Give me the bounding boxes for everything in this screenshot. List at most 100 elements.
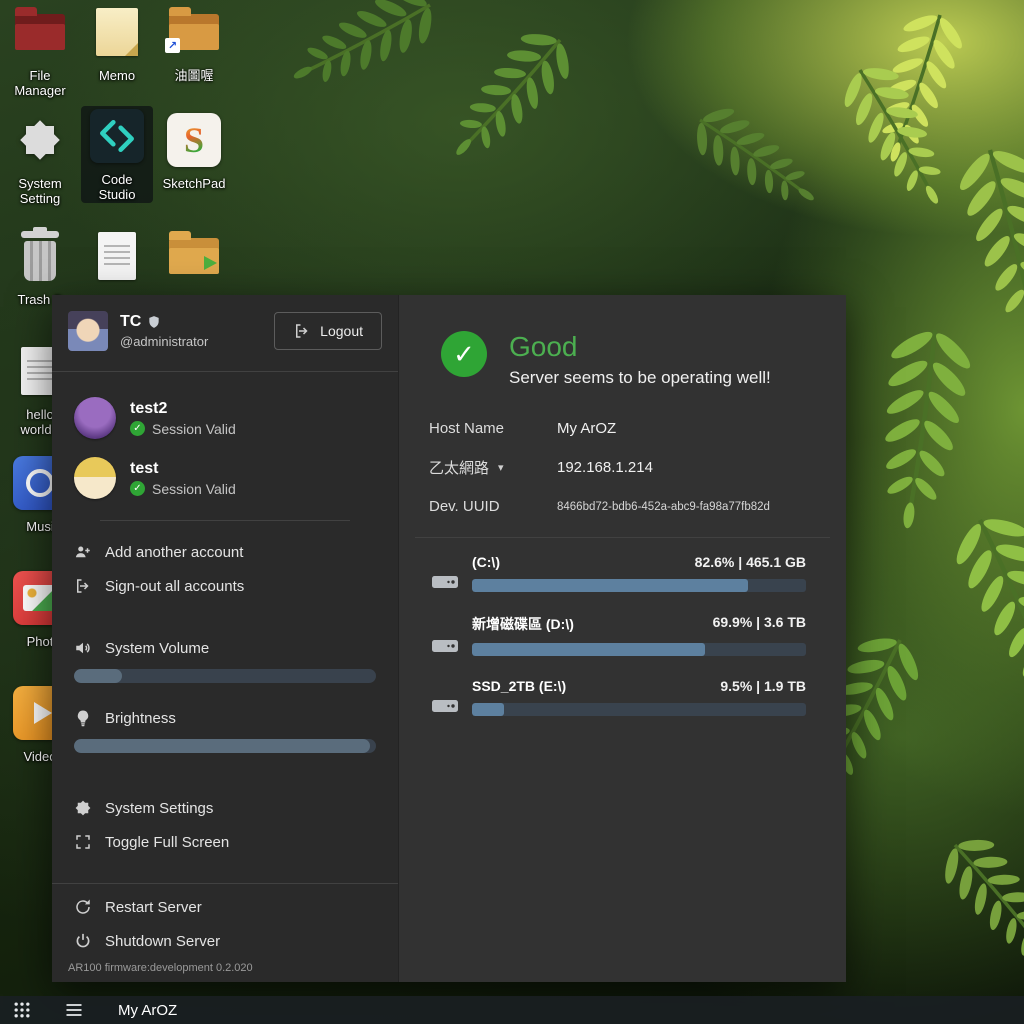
- status-ok-icon: ✓: [441, 331, 487, 377]
- session-status: Session Valid: [152, 421, 236, 437]
- disk-usage-fill: [472, 643, 705, 656]
- disk-row-d[interactable]: 新增磁碟區 (D:\) 69.9% | 3.6 TB: [431, 614, 806, 656]
- uuid-row: Dev. UUID 8466bd72-bdb6-452a-abc9-fa98a7…: [399, 488, 846, 525]
- shutdown-server-label: Shutdown Server: [105, 933, 220, 950]
- system-settings-label: System Settings: [105, 800, 213, 817]
- session-status: Session Valid: [152, 481, 236, 497]
- logout-icon: [74, 577, 92, 595]
- desktop-icon-export-folder[interactable]: [158, 226, 230, 293]
- volume-slider[interactable]: [74, 669, 376, 683]
- disk-usage-fill: [472, 579, 748, 592]
- gear-icon: [16, 116, 64, 164]
- code-studio-icon: [90, 109, 144, 163]
- user-handle: @administrator: [120, 334, 262, 349]
- disk-row-c[interactable]: (C:\) 82.6% | 465.1 GB: [431, 554, 806, 592]
- brightness-slider[interactable]: [74, 739, 376, 753]
- disk-row-e[interactable]: SSD_2TB (E:\) 9.5% | 1.9 TB: [431, 678, 806, 716]
- system-popup: TC @administrator Logout test2 ✓ Session…: [52, 295, 846, 982]
- signout-all-item[interactable]: Sign-out all accounts: [52, 569, 398, 603]
- desktop-icon-label: 油圖喔: [169, 69, 218, 84]
- uuid-label: Dev. UUID: [429, 498, 557, 515]
- power-icon: [74, 932, 92, 950]
- network-row: 乙太網路 ▾ 192.168.1.214: [399, 447, 846, 488]
- server-status-header: ✓ Good Server seems to be operating well…: [399, 295, 846, 402]
- desktop-icon-label: Memo: [94, 69, 140, 84]
- current-user-header: TC @administrator Logout: [52, 295, 398, 365]
- network-interface-dropdown[interactable]: 乙太網路 ▾: [429, 457, 557, 478]
- account-name: test2: [130, 400, 236, 418]
- shutdown-server-item[interactable]: Shutdown Server: [52, 924, 398, 958]
- add-account-label: Add another account: [105, 544, 243, 561]
- disk-name: 新增磁碟區 (D:\): [472, 614, 574, 634]
- brightness-slider-fill: [74, 739, 370, 753]
- logout-button[interactable]: Logout: [274, 312, 382, 350]
- memo-icon: [96, 8, 138, 56]
- desktop-icon-label: SketchPad: [158, 177, 231, 192]
- server-info: Host Name My ArOZ 乙太網路 ▾ 192.168.1.214 D…: [399, 402, 846, 527]
- firmware-version: AR100 firmware:development 0.2.020: [52, 958, 398, 982]
- network-interface-label: 乙太網路: [429, 457, 489, 478]
- desktop-icon-document[interactable]: [81, 226, 153, 293]
- add-account-item[interactable]: Add another account: [52, 535, 398, 569]
- disk-usage: 82.6% | 465.1 GB: [695, 554, 806, 570]
- divider: [415, 537, 830, 538]
- account-row-test[interactable]: test ✓ Session Valid: [52, 448, 398, 508]
- volume-icon: [74, 639, 92, 657]
- desktop-icon-system-setting[interactable]: System Setting: [4, 110, 76, 207]
- uuid-value: 8466bd72-bdb6-452a-abc9-fa98a77fb82d: [557, 501, 770, 513]
- desktop-icon-label: File Manager: [4, 69, 76, 99]
- toggle-fullscreen-item[interactable]: Toggle Full Screen: [52, 825, 398, 859]
- disk-usage-bar: [472, 643, 806, 656]
- user-name: TC: [120, 313, 141, 331]
- session-valid-icon: ✓: [130, 481, 145, 496]
- hdd-icon: [431, 696, 459, 716]
- signout-all-label: Sign-out all accounts: [105, 578, 244, 595]
- desktop-icon-memo[interactable]: Memo: [81, 2, 153, 84]
- taskbar-title: My ArOZ: [118, 1002, 177, 1019]
- restart-server-item[interactable]: Restart Server: [52, 890, 398, 924]
- user-menu-panel: TC @administrator Logout test2 ✓ Session…: [52, 295, 398, 982]
- desktop-icon-label: System Setting: [4, 177, 76, 207]
- shortcut-folder-icon: ↗: [169, 14, 219, 50]
- file-manager-icon: [15, 14, 65, 50]
- disk-name: (C:\): [472, 554, 500, 570]
- system-volume-row: System Volume: [52, 631, 398, 665]
- volume-slider-fill: [74, 669, 122, 683]
- status-message: Server seems to be operating well!: [509, 368, 771, 388]
- disk-usage: 69.9% | 3.6 TB: [713, 614, 806, 634]
- disk-name: SSD_2TB (E:\): [472, 678, 566, 694]
- sketchpad-icon: S: [167, 113, 221, 167]
- desktop-icon-sketchpad[interactable]: S SketchPad: [158, 110, 230, 192]
- logout-icon: [293, 322, 311, 340]
- taskbar: My ArOZ: [0, 996, 1024, 1024]
- desktop-icon-code-studio[interactable]: Code Studio: [81, 106, 153, 203]
- avatar: [74, 457, 116, 499]
- gear-icon: [74, 799, 92, 817]
- export-arrow-icon: [204, 256, 217, 270]
- system-volume-label: System Volume: [105, 640, 209, 657]
- fullscreen-icon: [74, 833, 92, 851]
- hdd-icon: [431, 636, 459, 656]
- shortcut-arrow-icon: ↗: [165, 38, 180, 53]
- desktop-icon-file-manager[interactable]: File Manager: [4, 2, 76, 99]
- user-avatar[interactable]: [68, 311, 108, 351]
- account-name: test: [130, 460, 236, 478]
- disk-usage-bar: [472, 703, 806, 716]
- desktop-icon-label: Code Studio: [81, 173, 153, 203]
- bulb-icon: [74, 709, 92, 727]
- chevron-down-icon: ▾: [498, 461, 504, 474]
- restart-icon: [74, 898, 92, 916]
- desktop-icon-shortcut-folder[interactable]: ↗ 油圖喔: [158, 2, 230, 84]
- restart-server-label: Restart Server: [105, 899, 202, 916]
- brightness-label: Brightness: [105, 710, 176, 727]
- document-icon: [98, 232, 136, 280]
- account-row-test2[interactable]: test2 ✓ Session Valid: [52, 388, 398, 448]
- hamburger-menu-icon[interactable]: [64, 1000, 84, 1020]
- system-settings-item[interactable]: System Settings: [52, 791, 398, 825]
- status-title: Good: [509, 331, 771, 363]
- hdd-icon: [431, 572, 459, 592]
- avatar: [74, 397, 116, 439]
- disk-usage-fill: [472, 703, 504, 716]
- apps-grid-icon[interactable]: [12, 1000, 32, 1020]
- divider: [52, 371, 398, 372]
